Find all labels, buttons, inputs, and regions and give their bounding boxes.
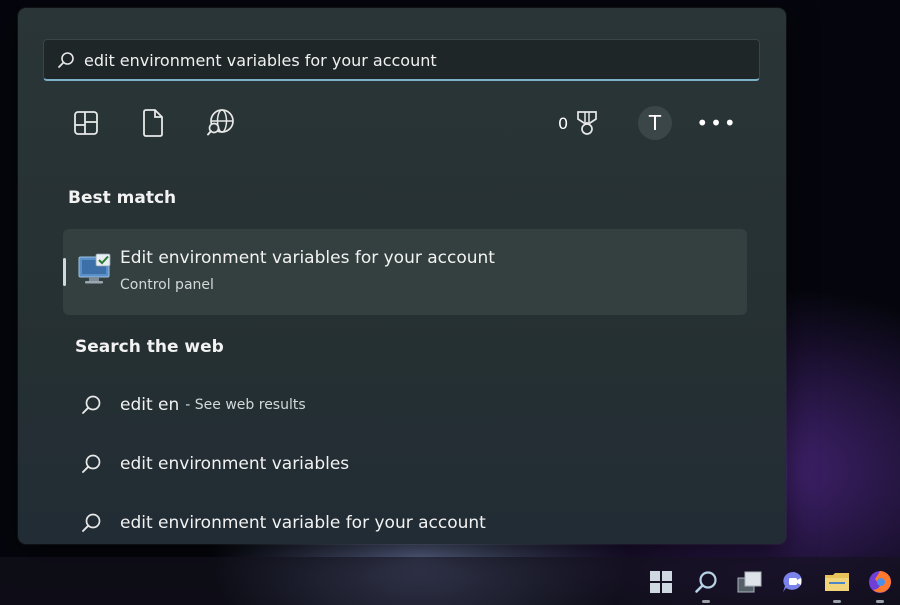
best-match-result[interactable]: Edit environment variables for your acco…: [63, 229, 747, 315]
chat-icon: [783, 571, 803, 592]
web-suggestion-text: edit environment variables: [120, 454, 350, 474]
best-match-title: Edit environment variables for your acco…: [120, 248, 495, 268]
best-match-heading: Best match: [68, 188, 177, 208]
start-search-panel: 0 T ••• Best match Edit environment vari…: [18, 8, 786, 544]
web-suggestion-1[interactable]: edit environment variables: [80, 444, 740, 484]
active-indicator: [833, 600, 841, 603]
firefox-button[interactable]: [865, 567, 895, 603]
apps-filter-button[interactable]: [67, 104, 105, 142]
documents-filter-button[interactable]: [134, 104, 172, 142]
more-icon: •••: [696, 111, 738, 135]
active-indicator: [876, 600, 884, 603]
rewards-button[interactable]: 0: [558, 108, 600, 138]
control-panel-icon: [78, 253, 111, 284]
search-input[interactable]: [84, 40, 744, 80]
web-filter-button[interactable]: [202, 104, 240, 142]
document-icon: [143, 109, 163, 137]
search-box[interactable]: [43, 39, 760, 81]
start-button[interactable]: [646, 567, 676, 597]
search-icon: [695, 571, 717, 593]
start-icon: [650, 571, 672, 593]
task-view-button[interactable]: [735, 567, 765, 597]
file-explorer-icon: [825, 573, 849, 591]
search-icon: [82, 454, 101, 473]
selection-indicator: [63, 258, 66, 286]
search-icon: [58, 52, 74, 68]
apps-icon: [74, 111, 98, 135]
avatar-letter: T: [648, 111, 662, 135]
active-indicator: [702, 600, 710, 603]
rewards-count: 0: [558, 113, 569, 133]
more-options-button[interactable]: •••: [696, 108, 735, 138]
firefox-icon: [869, 571, 891, 593]
web-suggestion-text: edit en: [120, 395, 180, 415]
taskbar-search-button[interactable]: [691, 567, 721, 603]
web-suggestion-2[interactable]: edit environment variable for your accou…: [80, 503, 740, 543]
search-icon: [82, 395, 101, 414]
file-explorer-button[interactable]: [822, 567, 852, 603]
user-avatar[interactable]: T: [638, 106, 672, 140]
trophy-icon: [577, 111, 598, 135]
best-match-subtitle: Control panel: [120, 277, 214, 293]
search-web-heading: Search the web: [75, 337, 224, 357]
web-suggestion-0[interactable]: edit en - See web results: [80, 385, 740, 425]
web-suggestion-suffix: - See web results: [185, 397, 306, 413]
search-icon: [82, 513, 101, 532]
task-view-icon: [737, 571, 762, 593]
globe-search-icon: [207, 109, 234, 136]
taskbar: [0, 557, 900, 605]
chat-button[interactable]: [779, 567, 809, 597]
web-suggestion-text: edit environment variable for your accou…: [120, 513, 486, 533]
